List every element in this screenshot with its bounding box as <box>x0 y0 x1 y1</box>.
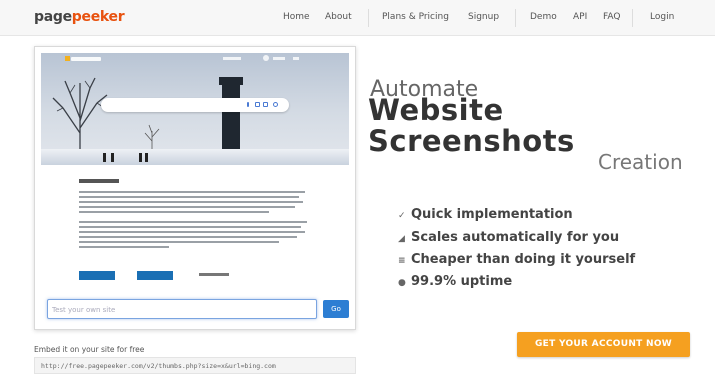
hero-website: Website <box>368 93 504 127</box>
nav-divider <box>368 9 369 27</box>
nav-divider <box>632 9 633 27</box>
person-silhouette <box>111 153 114 162</box>
circle-icon: ● <box>398 278 406 288</box>
feature-item: ✓ Quick implementation <box>398 207 573 222</box>
mini-topbar-link <box>273 57 285 60</box>
pagepeeker-logo[interactable]: pagepeeker <box>34 9 125 25</box>
nav-faq[interactable]: FAQ <box>603 12 620 22</box>
consent-text-line <box>79 246 169 248</box>
embed-code-field[interactable]: http://free.pagepeeker.com/v2/thumbs.php… <box>34 357 356 374</box>
nav-api[interactable]: API <box>573 12 587 22</box>
mini-topbar-link <box>293 57 299 60</box>
cookie-consent-dialog <box>73 173 317 285</box>
mini-search-box <box>101 98 289 112</box>
get-account-button[interactable]: GET YOUR ACCOUNT NOW <box>517 332 690 357</box>
person-silhouette <box>145 153 148 162</box>
feature-item: ≡ Cheaper than doing it yourself <box>398 252 635 267</box>
mini-search-icon <box>273 102 278 107</box>
logo-text-page: page <box>34 9 72 25</box>
hero-screenshots: Screenshots <box>368 124 575 158</box>
feature-item: ◢ Scales automatically for you <box>398 230 619 245</box>
embed-label: Embed it on your site for free <box>34 345 145 354</box>
feature-label: 99.9% uptime <box>411 274 513 289</box>
test-site-input[interactable]: Test your own site <box>47 299 317 319</box>
feature-label: Quick implementation <box>411 207 573 222</box>
consent-title <box>79 179 119 183</box>
tower-silhouette <box>222 83 240 153</box>
person-silhouette <box>139 153 142 162</box>
bing-screenshot-thumbnail: Test your own site Go <box>41 53 349 331</box>
consent-text-line <box>79 226 301 228</box>
mini-topbar <box>41 53 349 67</box>
mini-reject-button <box>137 271 173 280</box>
nav-plans-pricing[interactable]: Plans & Pricing <box>382 12 449 22</box>
hero-creation: Creation <box>598 150 683 174</box>
go-button[interactable]: Go <box>323 300 349 318</box>
consent-text-line <box>79 196 299 198</box>
mini-windows-logo-icon <box>65 56 70 61</box>
consent-text-line <box>79 231 305 233</box>
chart-icon: ◢ <box>398 234 405 244</box>
mini-manage-link <box>199 273 229 276</box>
consent-text-line <box>79 221 307 223</box>
feature-item: ● 99.9% uptime <box>398 274 512 289</box>
consent-text-line <box>79 236 297 238</box>
nav-demo[interactable]: Demo <box>530 12 557 22</box>
feature-label: Scales automatically for you <box>411 230 620 245</box>
mini-camera-icon <box>255 102 260 107</box>
consent-text-line <box>79 191 305 193</box>
mini-mic-icon <box>247 102 249 107</box>
consent-text-line <box>79 206 295 208</box>
snow-ground <box>41 149 349 165</box>
nav-divider <box>515 9 516 27</box>
consent-text-line <box>79 241 279 243</box>
mini-topbar-link <box>223 57 241 60</box>
nav-login[interactable]: Login <box>650 12 674 22</box>
person-silhouette <box>103 153 106 162</box>
nav-home[interactable]: Home <box>283 12 310 22</box>
top-header: pagepeeker Home About Plans & Pricing Si… <box>0 0 715 36</box>
mini-brand-text <box>71 57 101 61</box>
pencil-icon: ✓ <box>398 211 406 221</box>
mini-avatar-icon <box>263 55 269 61</box>
screenshot-preview-card: Test your own site Go <box>34 46 356 330</box>
list-icon: ≡ <box>398 256 406 266</box>
nav-about[interactable]: About <box>325 12 352 22</box>
nav-signup[interactable]: Signup <box>468 12 499 22</box>
feature-label: Cheaper than doing it yourself <box>411 252 636 267</box>
mini-image-icon <box>263 102 268 107</box>
consent-text-line <box>79 211 269 213</box>
mini-accept-button <box>79 271 115 280</box>
consent-text-line <box>79 201 303 203</box>
logo-text-peeker: peeker <box>71 9 125 25</box>
